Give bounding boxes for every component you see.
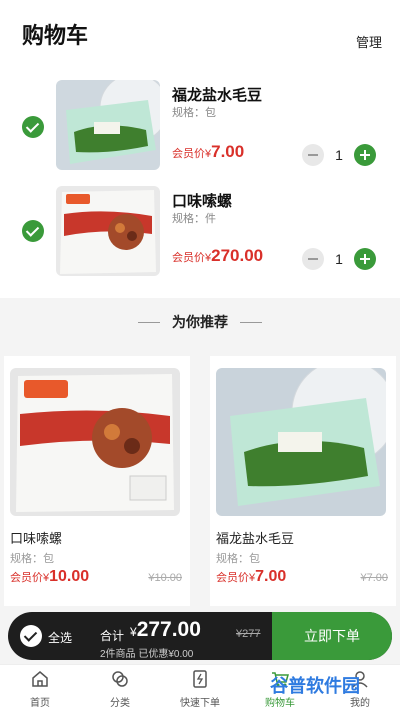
quantity-value[interactable]: 1 [332, 147, 346, 163]
submit-order-button[interactable]: 立即下单 [272, 612, 392, 660]
item-checkbox[interactable] [22, 116, 44, 138]
total-value: 277.00 [136, 618, 201, 641]
tab-home[interactable]: 首页 [0, 665, 80, 711]
total-label: 合计 [100, 629, 125, 643]
recommend-name: 口味嗦螺 [10, 531, 63, 546]
product-image-edamame[interactable] [216, 368, 386, 516]
item-checkbox[interactable] [22, 220, 44, 242]
total-price: ¥277.00 [130, 618, 201, 642]
price-value: 270.00 [211, 246, 264, 265]
price-label: 会员价¥ [10, 572, 50, 584]
price-label: 会员价¥ [172, 148, 212, 160]
manage-button[interactable]: 管理 [356, 32, 382, 51]
price-value: 7.00 [211, 142, 245, 161]
recommend-spec: 规格：包 [216, 553, 260, 565]
price-value: 7.00 [255, 568, 287, 585]
recommend-price: 会员价¥7.00 [216, 568, 286, 586]
recommend-name: 福龙盐水毛豆 [216, 531, 295, 546]
tab-quick-order[interactable]: 快速下单 [160, 665, 240, 711]
item-name[interactable]: 福龙盐水毛豆 [172, 84, 262, 105]
order-summary: 2件商品 已优惠¥0.00 [100, 649, 194, 660]
item-spec: 规格：包 [172, 107, 216, 119]
tab-label: 首页 [30, 698, 50, 709]
tab-label: 分类 [110, 698, 130, 709]
watermark: 谷普软件园 [270, 676, 360, 696]
divider-line [240, 322, 262, 323]
item-spec: 规格：件 [172, 213, 216, 225]
increase-quantity-button[interactable] [354, 144, 376, 166]
category-icon [112, 671, 128, 687]
home-icon [32, 671, 48, 687]
quantity-value[interactable]: 1 [332, 251, 346, 267]
item-price: 会员价¥270.00 [172, 246, 263, 266]
page-header: 购物车 管理 [0, 0, 400, 68]
page-title: 购物车 [22, 23, 89, 48]
increase-quantity-button[interactable] [354, 248, 376, 270]
recommend-price: 会员价¥10.00 [10, 568, 89, 586]
tab-label: 快速下单 [180, 698, 220, 709]
recommend-card[interactable]: 福龙盐水毛豆 规格：包 会员价¥7.00 ¥7.00 [210, 356, 396, 606]
price-value: 10.00 [49, 568, 90, 585]
tab-category[interactable]: 分类 [80, 665, 160, 711]
item-price: 会员价¥7.00 [172, 142, 244, 162]
decrease-quantity-button[interactable] [302, 144, 324, 166]
original-price: ¥10.00 [148, 572, 182, 584]
recommend-title: 为你推荐 [172, 314, 228, 330]
checkout-bar: 全选 合计 ¥277.00 ¥277 2件商品 已优惠¥0.00 立即下单 [8, 612, 392, 660]
product-image-edamame[interactable] [56, 80, 160, 170]
select-all-label[interactable]: 全选 [48, 629, 72, 646]
quick-order-icon [193, 670, 207, 688]
price-label: 会员价¥ [216, 572, 256, 584]
cart-item: 口味嗦螺 规格：件 会员价¥270.00 1 [0, 186, 400, 286]
original-price: ¥7.00 [360, 572, 388, 584]
recommend-card[interactable]: 口味嗦螺 规格：包 会员价¥10.00 ¥10.00 [4, 356, 190, 606]
recommend-spec: 规格：包 [10, 553, 54, 565]
select-all-checkbox[interactable] [20, 625, 42, 647]
item-name[interactable]: 口味嗦螺 [172, 190, 232, 211]
product-image-snail[interactable] [56, 186, 160, 276]
cart-item: 福龙盐水毛豆 规格：包 会员价¥7.00 1 [0, 78, 400, 178]
product-image-snail[interactable] [10, 368, 180, 516]
price-label: 会员价¥ [172, 252, 212, 264]
original-total: ¥277 [236, 628, 261, 640]
decrease-quantity-button[interactable] [302, 248, 324, 270]
currency-symbol: ¥ [130, 625, 137, 639]
